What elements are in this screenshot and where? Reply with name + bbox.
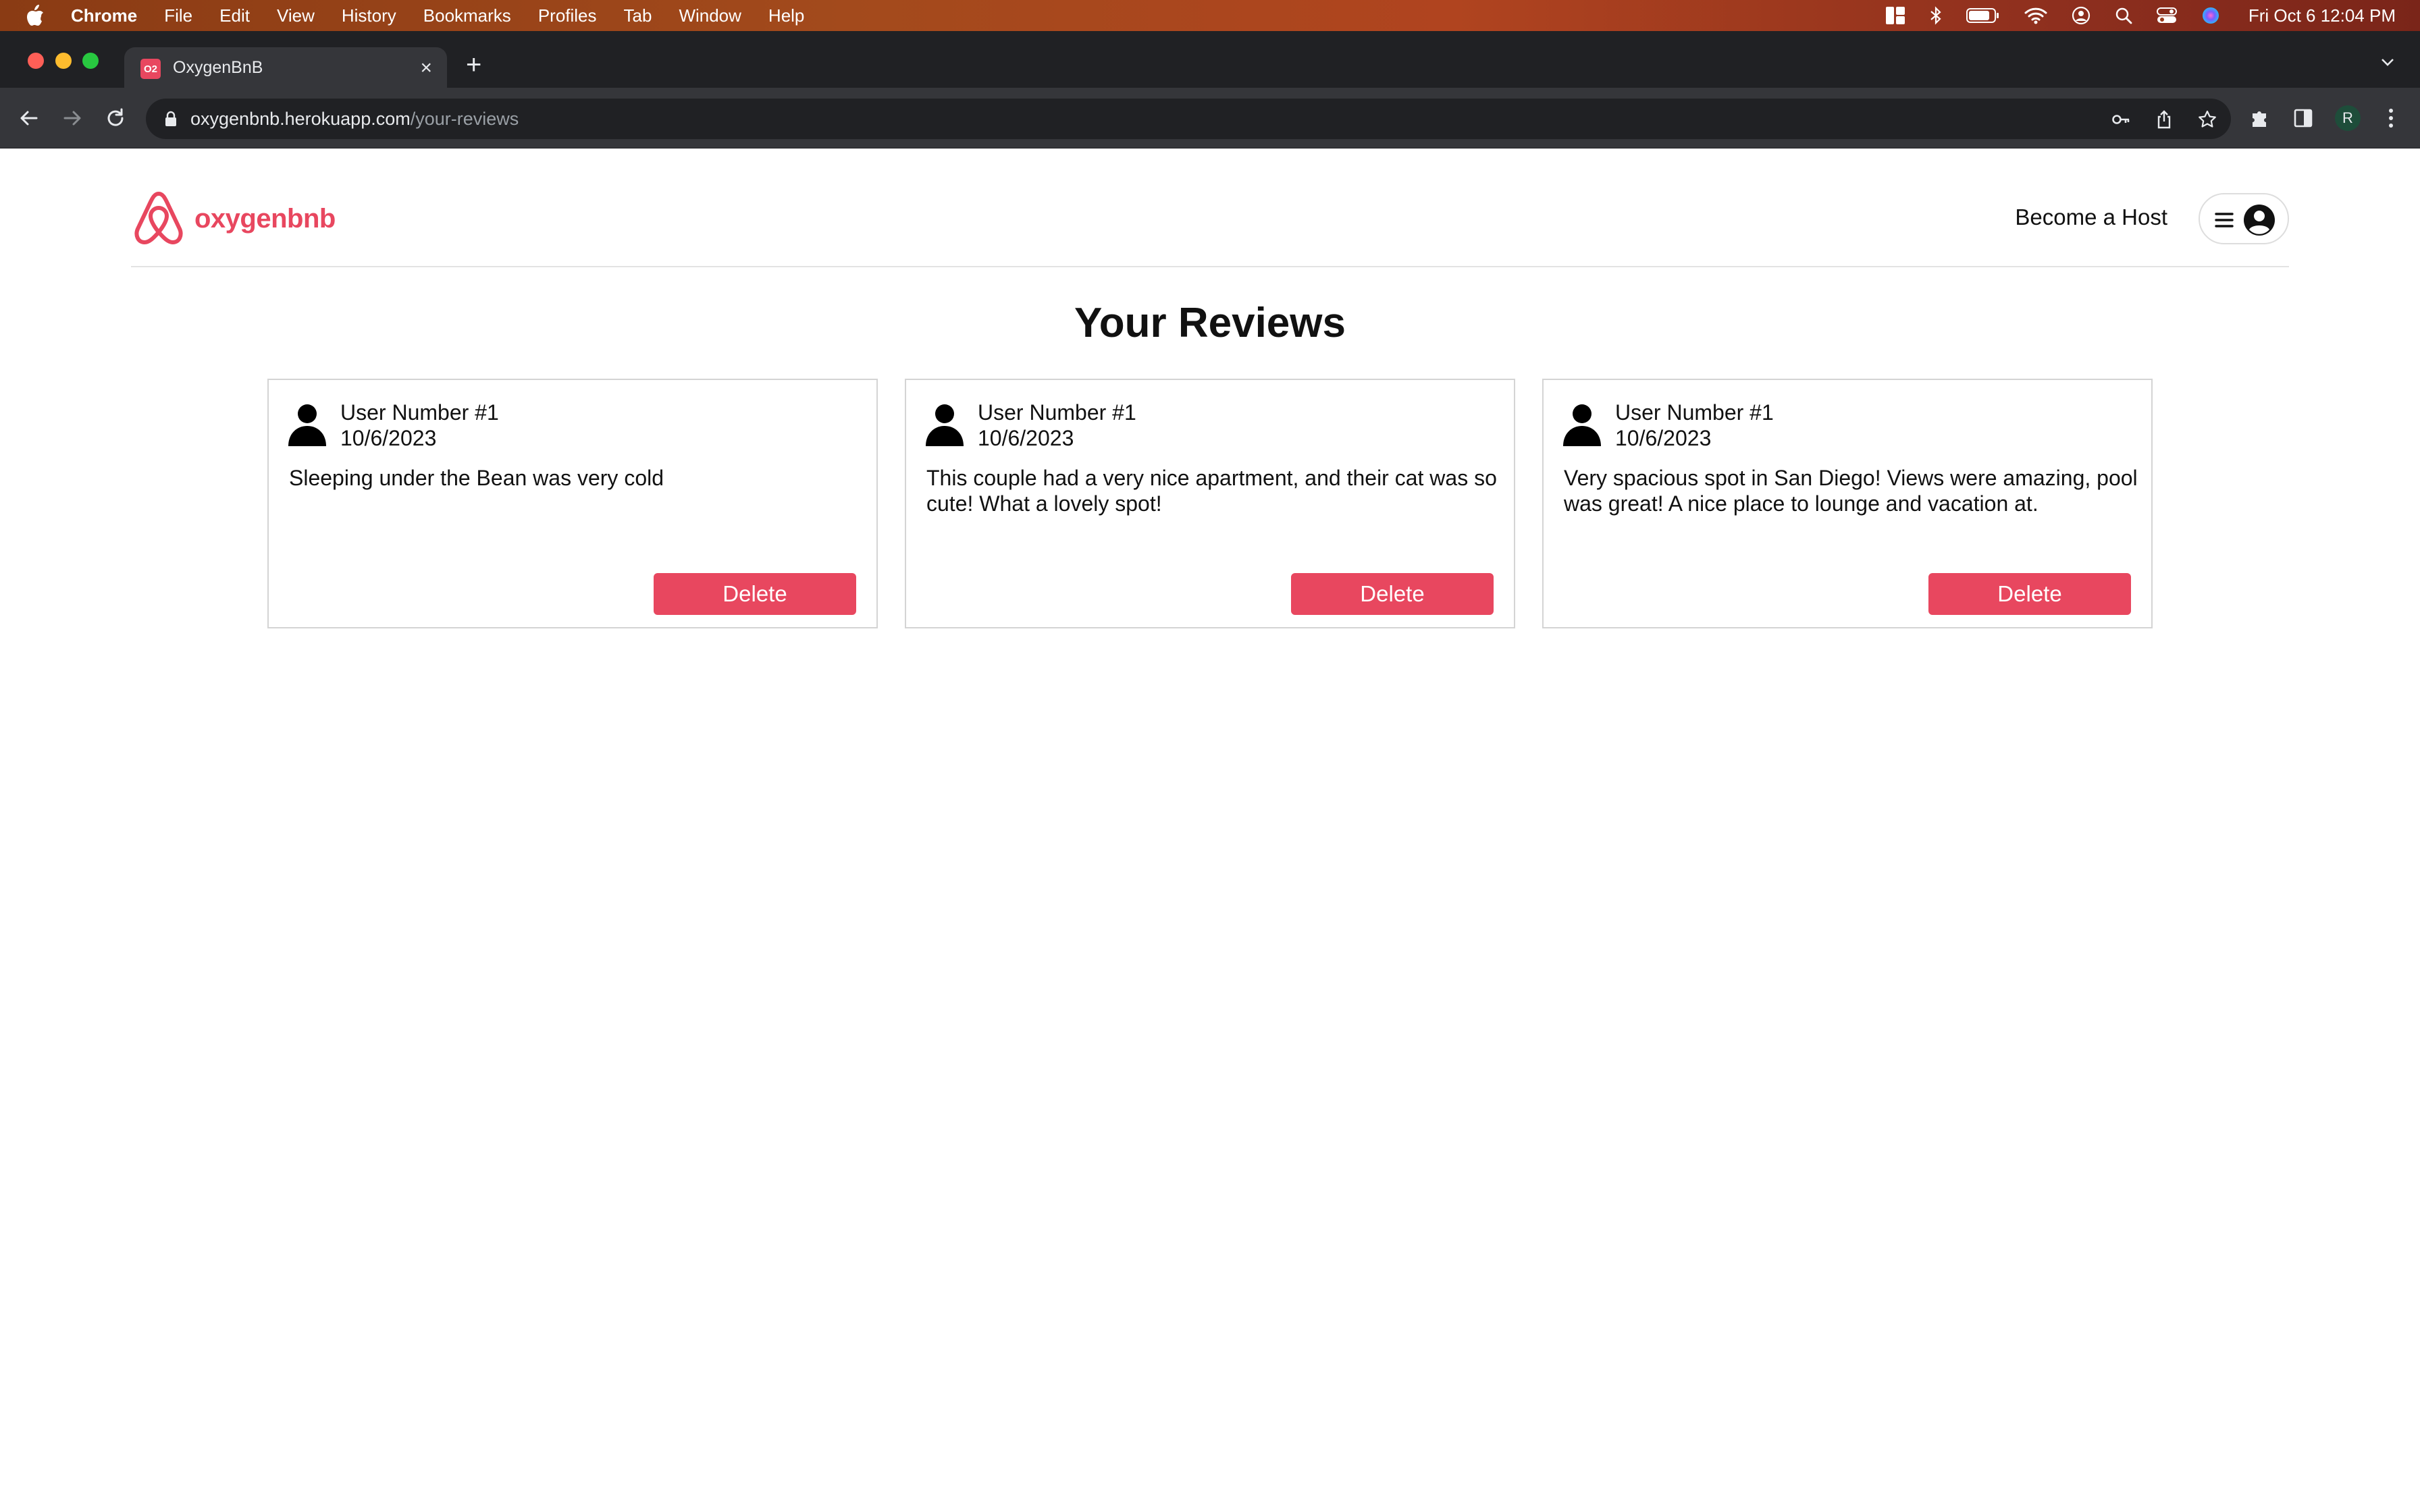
person-icon bbox=[1563, 404, 1601, 446]
delete-review-button[interactable]: Delete bbox=[654, 573, 856, 615]
tab-favicon: O2 bbox=[140, 59, 161, 79]
review-author: User Number #1 bbox=[340, 400, 499, 425]
browser-tab-strip: O2 OxygenBnB × + bbox=[0, 31, 2420, 88]
more-menu-icon[interactable] bbox=[2388, 107, 2394, 130]
menu-file[interactable]: File bbox=[164, 5, 192, 26]
bluetooth-icon[interactable] bbox=[1930, 6, 1942, 25]
share-icon[interactable] bbox=[2154, 109, 2174, 130]
review-author: User Number #1 bbox=[978, 400, 1136, 425]
hamburger-icon bbox=[2215, 213, 2234, 227]
tab-close-icon[interactable]: × bbox=[420, 57, 432, 80]
url-text[interactable]: oxygenbnb.herokuapp.com/your-reviews bbox=[190, 109, 519, 130]
review-card: User Number #1 10/6/2023 This couple had… bbox=[905, 379, 1515, 628]
person-icon bbox=[288, 404, 326, 446]
airbnb-logo-icon bbox=[134, 192, 183, 244]
review-list: User Number #1 10/6/2023 Sleeping under … bbox=[267, 379, 2153, 628]
review-text: This couple had a very nice apartment, a… bbox=[926, 466, 1497, 516]
profile-avatar[interactable]: R bbox=[2335, 105, 2361, 131]
user-menu-button[interactable] bbox=[2199, 193, 2289, 244]
search-icon[interactable] bbox=[2115, 7, 2132, 24]
tab-search-chevron-icon[interactable] bbox=[2379, 54, 2396, 70]
menu-app-chrome[interactable]: Chrome bbox=[71, 5, 137, 26]
page-content: oxygenbnb Become a Host Your Reviews Use… bbox=[0, 149, 2420, 1512]
site-logo[interactable]: oxygenbnb bbox=[131, 190, 336, 248]
delete-review-button[interactable]: Delete bbox=[1928, 573, 2131, 615]
url-host: oxygenbnb.herokuapp.com bbox=[190, 109, 411, 129]
menu-tab[interactable]: Tab bbox=[624, 5, 652, 26]
browser-tab-active[interactable]: O2 OxygenBnB × bbox=[124, 47, 447, 88]
window-close-button[interactable] bbox=[28, 53, 44, 69]
site-header: oxygenbnb Become a Host bbox=[131, 149, 2289, 267]
user-switch-icon[interactable] bbox=[2072, 6, 2090, 25]
menu-help[interactable]: Help bbox=[768, 5, 804, 26]
window-manager-icon[interactable] bbox=[1885, 6, 1905, 25]
review-card: User Number #1 10/6/2023 Very spacious s… bbox=[1542, 379, 2153, 628]
wifi-icon[interactable] bbox=[2024, 7, 2047, 24]
menu-edit[interactable]: Edit bbox=[219, 5, 250, 26]
become-a-host-link[interactable]: Become a Host bbox=[2015, 205, 2167, 230]
menubar-clock[interactable]: Fri Oct 6 12:04 PM bbox=[2248, 5, 2396, 26]
review-date: 10/6/2023 bbox=[340, 426, 437, 450]
person-icon bbox=[926, 404, 964, 446]
browser-toolbar: oxygenbnb.herokuapp.com/your-reviews R bbox=[0, 88, 2420, 148]
review-text: Very spacious spot in San Diego! Views w… bbox=[1564, 466, 2138, 516]
menu-view[interactable]: View bbox=[277, 5, 315, 26]
address-bar[interactable]: oxygenbnb.herokuapp.com/your-reviews bbox=[146, 99, 2231, 139]
delete-review-button[interactable]: Delete bbox=[1291, 573, 1494, 615]
review-text: Sleeping under the Bean was very cold bbox=[289, 466, 664, 490]
user-avatar-icon bbox=[2244, 205, 2275, 236]
key-icon[interactable] bbox=[2111, 109, 2131, 130]
menu-window[interactable]: Window bbox=[679, 5, 741, 26]
puzzle-icon[interactable] bbox=[2248, 107, 2271, 130]
lock-icon[interactable] bbox=[163, 111, 178, 127]
menu-bookmarks[interactable]: Bookmarks bbox=[423, 5, 511, 26]
review-date: 10/6/2023 bbox=[1615, 426, 1712, 450]
page-title: Your Reviews bbox=[1074, 300, 1346, 346]
back-arrow-icon[interactable] bbox=[16, 105, 42, 131]
forward-arrow-icon[interactable] bbox=[59, 105, 85, 131]
review-card: User Number #1 10/6/2023 Sleeping under … bbox=[267, 379, 878, 628]
macos-menubar: Chrome File Edit View History Bookmarks … bbox=[0, 0, 2420, 31]
siri-icon[interactable] bbox=[2201, 6, 2220, 25]
menu-profiles[interactable]: Profiles bbox=[538, 5, 597, 26]
url-path: /your-reviews bbox=[410, 109, 519, 129]
battery-icon[interactable] bbox=[1966, 7, 2000, 24]
control-center-icon[interactable] bbox=[2156, 7, 2177, 24]
review-date: 10/6/2023 bbox=[978, 426, 1074, 450]
apple-icon[interactable] bbox=[26, 5, 45, 26]
window-minimize-button[interactable] bbox=[55, 53, 72, 69]
reload-icon[interactable] bbox=[103, 105, 128, 131]
new-tab-button[interactable]: + bbox=[466, 51, 481, 78]
sidepanel-icon[interactable] bbox=[2292, 107, 2315, 130]
window-zoom-button[interactable] bbox=[82, 53, 99, 69]
review-author: User Number #1 bbox=[1615, 400, 1774, 425]
tab-title: OxygenBnB bbox=[173, 58, 263, 77]
brand-name: oxygenbnb bbox=[194, 203, 336, 234]
star-icon[interactable] bbox=[2197, 109, 2217, 130]
menu-history[interactable]: History bbox=[342, 5, 396, 26]
